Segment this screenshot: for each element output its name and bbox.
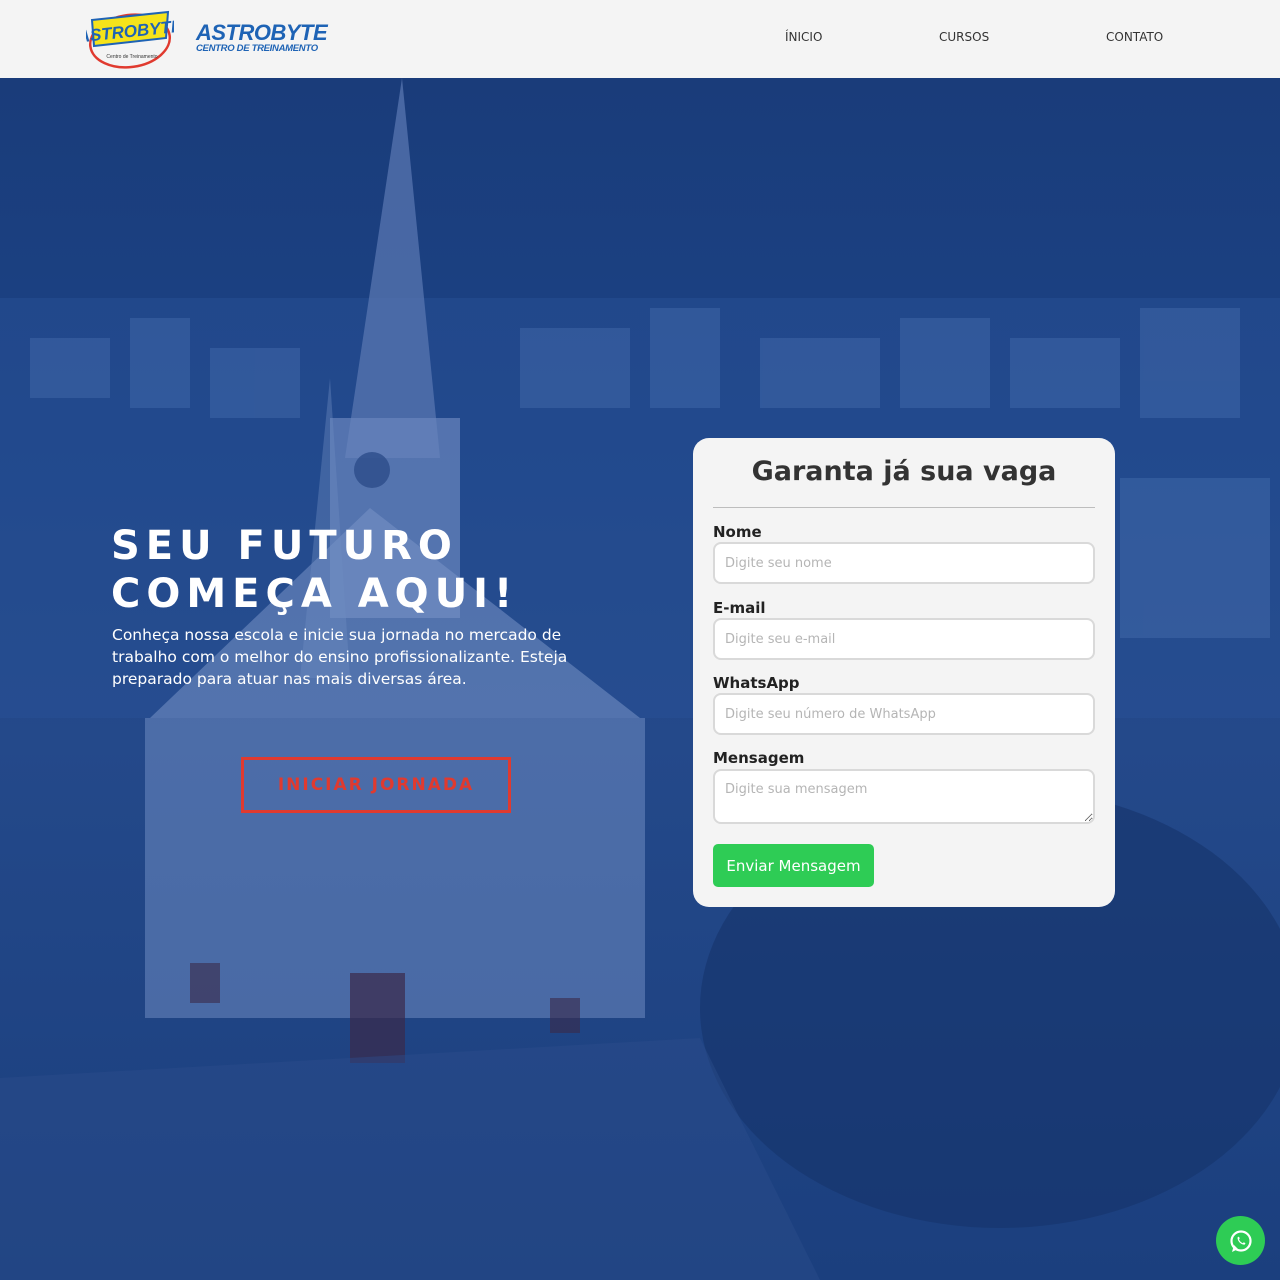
hero-section: SEU FUTURO COMEÇA AQUI! Conheça nossa es…: [0, 78, 1280, 1280]
name-input[interactable]: [713, 542, 1095, 584]
whatsapp-input[interactable]: [713, 693, 1095, 735]
nav-item-inicio[interactable]: ÍNICIO: [785, 30, 822, 44]
message-textarea[interactable]: [713, 769, 1095, 824]
hero-headline: SEU FUTURO COMEÇA AQUI!: [111, 523, 519, 617]
signup-form-card: Garanta já sua vaga Nome E-mail WhatsApp…: [693, 438, 1115, 907]
whatsapp-icon: [1229, 1229, 1252, 1252]
start-journey-button[interactable]: INICIAR JORNADA: [241, 757, 511, 813]
logo-title: ASTROBYTE: [196, 20, 328, 45]
whatsapp-label: WhatsApp: [713, 674, 800, 692]
whatsapp-float-button[interactable]: [1216, 1216, 1265, 1265]
logo-subtitle: CENTRO DE TREINAMENTO: [196, 43, 318, 54]
form-divider: [713, 507, 1095, 508]
site-header: ASTROBYTE Centro de Treinamento ASTROBYT…: [0, 0, 1280, 78]
message-label: Mensagem: [713, 749, 805, 767]
logo-badge[interactable]: ASTROBYTE Centro de Treinamento: [76, 8, 184, 70]
email-label: E-mail: [713, 599, 766, 617]
nav-item-cursos[interactable]: CURSOS: [939, 30, 989, 44]
name-label: Nome: [713, 523, 762, 541]
logo-badge-sub: Centro de Treinamento: [106, 54, 157, 60]
hero-lead-text: Conheça nossa escola e inicie sua jornad…: [112, 626, 568, 688]
form-title: Garanta já sua vaga: [751, 456, 1057, 487]
logo-badge-graphic: ASTROBYTE Centro de Treinamento: [76, 10, 184, 69]
logo-wordmark[interactable]: ASTROBYTE CENTRO DE TREINAMENTO: [196, 20, 328, 54]
send-message-button[interactable]: Enviar Mensagem: [713, 844, 874, 887]
email-input[interactable]: [713, 618, 1095, 660]
nav-item-contato[interactable]: CONTATO: [1106, 30, 1163, 44]
